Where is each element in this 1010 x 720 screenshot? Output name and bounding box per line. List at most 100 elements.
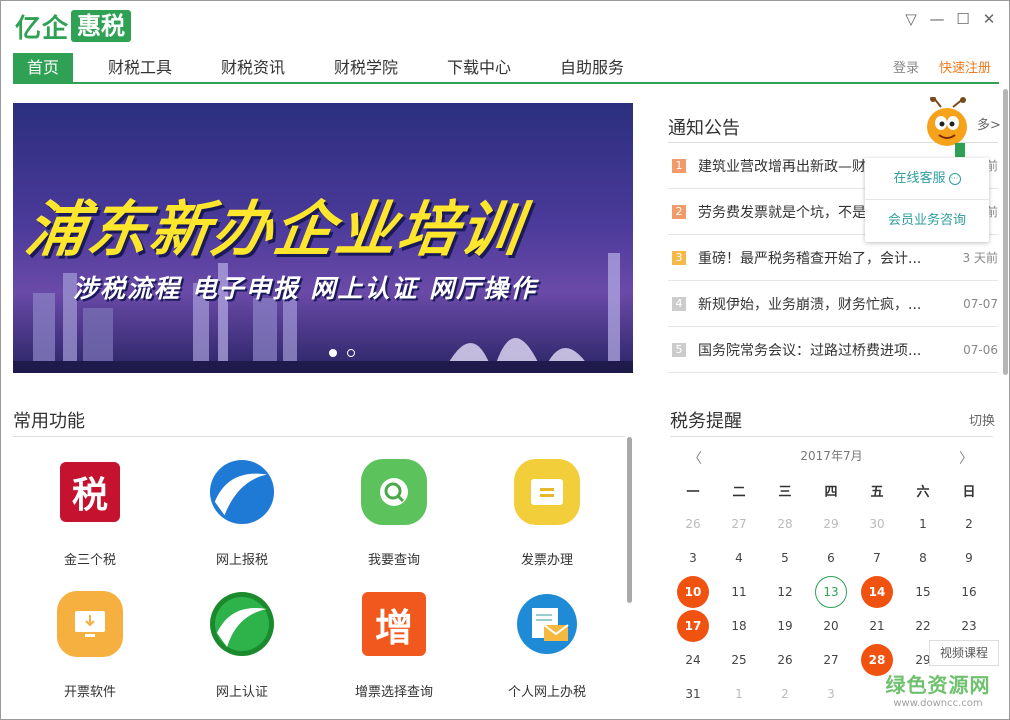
tab-tax-academy[interactable]: 财税学院 bbox=[319, 53, 413, 82]
window-controls: ▽ — ☐ ✕ bbox=[903, 10, 997, 28]
day-number: 2 bbox=[781, 687, 789, 701]
calendar-day[interactable]: 4 bbox=[716, 541, 762, 575]
calendar-day[interactable]: 15 bbox=[900, 575, 946, 609]
day-number: 10 bbox=[677, 576, 709, 608]
day-number: 27 bbox=[823, 653, 839, 667]
tab-download-center[interactable]: 下载中心 bbox=[432, 53, 526, 82]
tab-self-service[interactable]: 自助服务 bbox=[545, 53, 639, 82]
calendar-day[interactable]: 24 bbox=[670, 643, 716, 677]
monitor-download-icon bbox=[57, 591, 123, 657]
day-number: 1 bbox=[919, 517, 927, 531]
wave-icon bbox=[209, 459, 275, 525]
prev-month-icon[interactable]: 〈 bbox=[688, 448, 702, 468]
video-course-button[interactable]: 视频课程 bbox=[929, 640, 999, 666]
mail-doc-icon bbox=[514, 591, 580, 657]
function-item[interactable]: 开票软件 bbox=[15, 591, 165, 700]
functions-divider bbox=[13, 436, 625, 437]
calendar-day[interactable]: 3 bbox=[670, 541, 716, 575]
online-service-label: 在线客服 bbox=[893, 171, 946, 186]
dropdown-menu-icon[interactable]: ▽ bbox=[903, 10, 919, 28]
logo-text: 亿企 bbox=[15, 13, 70, 44]
function-item[interactable]: 发票办理 bbox=[472, 459, 622, 568]
calendar-day[interactable]: 26 bbox=[670, 507, 716, 541]
notice-date: 07-06 bbox=[963, 342, 998, 357]
function-label: 增票选择查询 bbox=[354, 685, 433, 700]
notice-date: 07-07 bbox=[963, 296, 998, 311]
switch-link[interactable]: 切换 bbox=[969, 410, 995, 429]
calendar-day[interactable]: 16 bbox=[946, 575, 992, 609]
calendar-day[interactable]: 3 bbox=[808, 677, 854, 711]
calendar-day[interactable]: 9 bbox=[946, 541, 992, 575]
calendar-day[interactable]: 11 bbox=[716, 575, 762, 609]
calendar-week: 10 11 12 13 14 15 16 bbox=[670, 575, 993, 609]
function-item[interactable]: 税金三个税 bbox=[15, 459, 165, 568]
tab-tax-news[interactable]: 财税资讯 bbox=[206, 53, 300, 82]
function-item[interactable]: 我要查询 bbox=[319, 459, 469, 568]
day-number: 23 bbox=[961, 619, 977, 633]
banner-dot[interactable] bbox=[347, 349, 355, 357]
calendar-day[interactable]: 25 bbox=[716, 643, 762, 677]
function-label: 发票办理 bbox=[520, 553, 573, 568]
calendar-day[interactable]: 10 bbox=[670, 575, 716, 609]
calendar-day[interactable]: 22 bbox=[900, 609, 946, 643]
calendar-day[interactable]: 20 bbox=[808, 609, 854, 643]
login-link[interactable]: 登录 bbox=[893, 57, 919, 76]
day-number: 8 bbox=[919, 551, 927, 565]
calendar-day[interactable]: 26 bbox=[762, 643, 808, 677]
calendar-day[interactable]: 13 bbox=[808, 575, 854, 609]
watermark-url: www.downcc.com bbox=[893, 698, 983, 709]
tab-home[interactable]: 首页 bbox=[13, 53, 73, 82]
notice-date: 3 天前 bbox=[962, 251, 998, 265]
calendar-day[interactable]: 12 bbox=[762, 575, 808, 609]
calendar-day[interactable]: 21 bbox=[854, 609, 900, 643]
calendar-day[interactable]: 19 bbox=[762, 609, 808, 643]
calendar-day[interactable]: 5 bbox=[762, 541, 808, 575]
banner-dot[interactable] bbox=[329, 349, 337, 357]
calendar-day[interactable]: 2 bbox=[946, 507, 992, 541]
mascot-icon[interactable] bbox=[919, 97, 975, 161]
calendar-day[interactable]: 7 bbox=[854, 541, 900, 575]
day-number: 1 bbox=[735, 687, 743, 701]
register-link[interactable]: 快速注册 bbox=[939, 57, 991, 76]
maximize-icon[interactable]: ☐ bbox=[955, 10, 971, 28]
calendar-day[interactable]: 27 bbox=[808, 643, 854, 677]
function-label: 开票软件 bbox=[63, 685, 116, 700]
day-number: 28 bbox=[777, 517, 793, 531]
calendar-day[interactable]: 29 bbox=[808, 507, 854, 541]
function-item[interactable]: 增增票选择查询 bbox=[319, 591, 469, 700]
day-number: 7 bbox=[873, 551, 881, 565]
function-item[interactable]: 网上认证 bbox=[167, 591, 317, 700]
notice-item[interactable]: 4 新规伊始，业务崩溃，财务忙疯，... 07-07 bbox=[668, 281, 998, 327]
notices-more-link[interactable]: 多> bbox=[977, 114, 1001, 133]
calendar-day[interactable]: 27 bbox=[716, 507, 762, 541]
calendar-day[interactable]: 18 bbox=[716, 609, 762, 643]
calendar-day[interactable]: 1 bbox=[900, 507, 946, 541]
calendar-day[interactable]: 30 bbox=[854, 507, 900, 541]
next-month-icon[interactable]: 〉 bbox=[959, 448, 973, 468]
function-item[interactable]: 个人网上办税 bbox=[472, 591, 622, 700]
calendar-day[interactable]: 6 bbox=[808, 541, 854, 575]
calendar-day[interactable]: 14 bbox=[854, 575, 900, 609]
calendar-day[interactable]: 2 bbox=[762, 677, 808, 711]
notice-item[interactable]: 5 国务院常务会议：过路过桥费进项... 07-06 bbox=[668, 327, 998, 373]
online-service-button[interactable]: 在线客服 ··· bbox=[865, 158, 989, 200]
tab-tax-tools[interactable]: 财税工具 bbox=[93, 53, 187, 82]
calendar-week: 3 4 5 6 7 8 9 bbox=[670, 541, 993, 575]
calendar-day[interactable]: 8 bbox=[900, 541, 946, 575]
page-scrollbar[interactable] bbox=[1003, 89, 1008, 375]
day-number: 4 bbox=[735, 551, 743, 565]
watermark: 绿色资源网 www.downcc.com bbox=[873, 669, 1003, 709]
promo-banner[interactable]: 浦东新办企业培训 涉税流程 电子申报 网上认证 网厅操作 bbox=[13, 103, 633, 373]
calendar-day[interactable]: 17 bbox=[670, 609, 716, 643]
functions-scrollbar[interactable] bbox=[627, 437, 632, 603]
calendar-day[interactable]: 23 bbox=[946, 609, 992, 643]
close-icon[interactable]: ✕ bbox=[981, 10, 997, 28]
ticket-icon bbox=[514, 459, 580, 525]
function-item[interactable]: 网上报税 bbox=[167, 459, 317, 568]
calendar-day[interactable]: 1 bbox=[716, 677, 762, 711]
calendar-day[interactable]: 28 bbox=[762, 507, 808, 541]
member-consult-button[interactable]: 会员业务咨询 bbox=[865, 200, 989, 242]
calendar-day[interactable]: 31 bbox=[670, 677, 716, 711]
minimize-icon[interactable]: — bbox=[929, 10, 945, 28]
globe-wave-icon bbox=[209, 591, 275, 657]
